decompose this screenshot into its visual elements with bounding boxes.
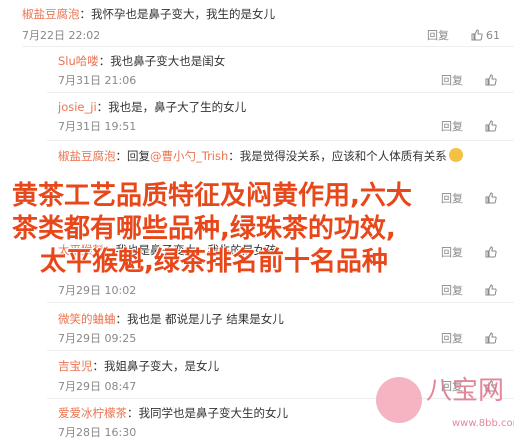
separator: ： [115, 312, 128, 326]
comment-time: 7月22日 22:02 [22, 29, 101, 42]
comment-item: Slu哈喽：我也鼻子变大也是闺女 7月31日 21:06 回复 [0, 50, 514, 94]
comment-author[interactable]: 微笑的蛐蛐 [58, 312, 116, 326]
thumbs-up-icon [485, 74, 497, 86]
thumbs-up-icon [485, 284, 497, 296]
comment-time: 7月31日 21:06 [58, 74, 137, 87]
divider [47, 350, 514, 351]
comment-item: josie_ji：我也是，鼻子大了生的女儿 7月31日 19:51 回复 [0, 96, 514, 140]
comment-item: 椒盐豆腐泡：回复@曹小勺_Trish：我是觉得没关系，应该和个人体质有关系 [0, 144, 514, 174]
divider [47, 92, 514, 93]
comment-text: 我怀孕也是鼻子变大，我生的是女儿 [91, 7, 275, 21]
article-title-overlay: 黄茶工艺品质特征及闷黄作用,六大 茶类都有哪些品种,绿珠茶的功效, 太平猴魁,绿… [0, 180, 514, 279]
comment-author[interactable]: josie_ji [58, 100, 97, 114]
comment-actions: 回复 [441, 72, 500, 88]
overlay-line-3: 太平猴魁,绿茶排名前十名品种 [40, 247, 388, 277]
comment-text: 我也鼻子变大也是闺女 [110, 54, 226, 68]
smile-emoji-icon [448, 148, 463, 162]
comment-item: 椒盐豆腐泡：我怀孕也是鼻子变大，我生的是女儿 7月22日 22:02 回复 61 [0, 0, 514, 44]
comment-actions: 回复 [441, 282, 500, 298]
thumbs-up-icon [485, 120, 497, 132]
comment-author[interactable]: 椒盐豆腐泡 [58, 149, 116, 163]
comment-time: 7月29日 08:47 [58, 380, 137, 393]
like-count: 61 [486, 28, 500, 42]
reply-link[interactable]: 回复 [427, 27, 449, 43]
reply-link[interactable]: 回复 [441, 72, 463, 88]
comment-time: 7月29日 10:02 [58, 284, 137, 297]
divider [22, 46, 514, 47]
like-button[interactable] [485, 74, 500, 86]
like-button[interactable] [485, 120, 500, 132]
separator: ： [115, 149, 128, 163]
comment-actions: 回复 [441, 330, 500, 346]
comment-time: 7月29日 09:25 [58, 332, 137, 345]
baby-logo-icon [376, 377, 422, 423]
comment-text: ：我是觉得没关系，应该和个人体质有关系 [228, 149, 447, 163]
site-watermark: 八宝网 www.8bb.com [374, 360, 514, 435]
overlay-line-2: 茶类都有哪些品种,绿珠茶的功效, [12, 214, 396, 244]
comment-text: 我同学也是鼻子变大生的女儿 [138, 406, 289, 420]
comment-time: 7月28日 16:30 [58, 426, 137, 439]
like-button[interactable]: 61 [471, 29, 500, 42]
comment-text: 我也是，鼻子大了生的女儿 [108, 100, 247, 114]
thumbs-up-icon [471, 29, 483, 41]
separator: ： [98, 54, 111, 68]
watermark-url: www.8bb.com [452, 418, 514, 429]
separator: ： [79, 7, 92, 21]
comment-item: 微笑的蛐蛐：我也是 都说是儿子 结果是女儿 7月29日 09:25 回复 [0, 306, 514, 350]
watermark-text: 八宝网 [426, 376, 505, 406]
comment-actions: 回复 61 [427, 27, 500, 43]
comment-text: 我也是 都说是儿子 结果是女儿 [127, 312, 284, 326]
like-button[interactable] [485, 332, 500, 344]
comment-author[interactable]: 爱爱冰柠檬茶 [58, 406, 127, 420]
comment-time: 7月31日 19:51 [58, 120, 137, 133]
thumbs-up-icon [485, 332, 497, 344]
reply-link[interactable]: 回复 [441, 282, 463, 298]
separator: ： [92, 359, 105, 373]
separator: ： [96, 100, 109, 114]
mention-link[interactable]: @曹小勺_Trish [150, 149, 228, 163]
comment-author[interactable]: 椒盐豆腐泡 [22, 7, 80, 21]
divider [47, 140, 514, 141]
like-button[interactable] [485, 284, 500, 296]
reply-link[interactable]: 回复 [441, 118, 463, 134]
comment-author[interactable]: 吉宝児 [58, 359, 93, 373]
comment-text: 我姐鼻子变大，是女儿 [104, 359, 219, 373]
separator: ： [127, 406, 139, 420]
comment-author[interactable]: Slu哈喽 [58, 54, 99, 68]
comment-actions: 回复 [441, 118, 500, 134]
reply-link[interactable]: 回复 [441, 330, 463, 346]
divider [47, 302, 514, 303]
comment-item: 7月29日 10:02 回复 [0, 276, 514, 302]
overlay-line-1: 黄茶工艺品质特征及闷黄作用,六大 [12, 181, 412, 211]
reply-prefix: 回复 [127, 149, 150, 163]
